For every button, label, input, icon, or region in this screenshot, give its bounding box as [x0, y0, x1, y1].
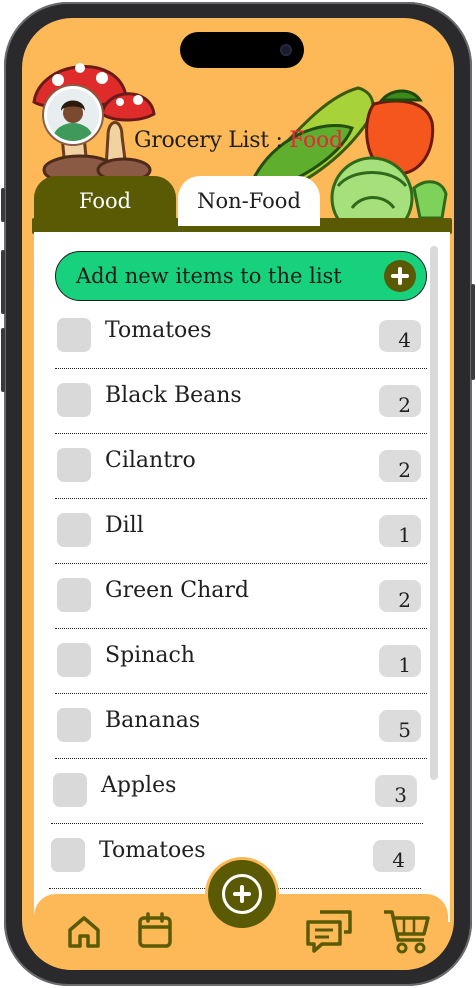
item-quantity[interactable]: 4 — [373, 840, 415, 872]
item-name: Cilantro — [105, 448, 196, 473]
list-item[interactable]: Black Beans 2 — [55, 369, 427, 434]
action-button — [1, 188, 5, 222]
item-name: Apples — [101, 773, 177, 798]
item-quantity[interactable]: 1 — [379, 515, 421, 547]
item-name: Green Chard — [105, 578, 250, 603]
cart-icon[interactable] — [382, 908, 432, 956]
item-quantity[interactable]: 2 — [379, 450, 421, 482]
item-name: Tomatoes — [105, 318, 212, 343]
item-name: Black Beans — [105, 383, 242, 408]
list-item[interactable]: Tomatoes 4 — [55, 304, 427, 369]
chat-icon[interactable] — [304, 908, 354, 954]
list-item[interactable]: Green Chard 2 — [55, 564, 427, 629]
camera-icon — [280, 44, 292, 56]
add-fab-button[interactable] — [208, 860, 276, 928]
tab-non-food[interactable]: Non-Food — [178, 176, 320, 226]
add-item-button[interactable]: Add new items to the list — [55, 251, 427, 301]
item-name: Tomatoes — [99, 838, 206, 863]
list-item[interactable]: Cilantro 2 — [55, 434, 427, 499]
plus-icon — [384, 260, 416, 292]
item-checkbox[interactable] — [57, 383, 91, 417]
item-checkbox[interactable] — [57, 708, 91, 742]
tab-food[interactable]: Food — [34, 176, 176, 226]
item-quantity[interactable]: 2 — [379, 385, 421, 417]
list-item[interactable]: Spinach 1 — [55, 629, 427, 694]
list-item[interactable]: Bananas 5 — [55, 694, 427, 759]
avatar[interactable] — [44, 86, 102, 144]
list-item[interactable]: Dill 1 — [55, 499, 427, 564]
item-name: Dill — [105, 513, 144, 538]
item-checkbox[interactable] — [57, 578, 91, 612]
item-checkbox[interactable] — [57, 318, 91, 352]
home-icon[interactable] — [64, 912, 104, 952]
power-button — [471, 284, 475, 380]
item-name: Bananas — [105, 708, 201, 733]
item-quantity[interactable]: 1 — [379, 645, 421, 677]
user-portrait-icon — [47, 89, 99, 141]
item-quantity[interactable]: 4 — [379, 320, 421, 352]
title-category: Food — [289, 128, 343, 153]
item-quantity[interactable]: 3 — [375, 775, 417, 807]
list-item[interactable]: Apples 3 — [51, 759, 423, 824]
title-prefix: Grocery List : — [134, 128, 290, 153]
app-screen: Grocery List : Food Food Non-Food Add ne… — [22, 18, 454, 970]
calendar-icon[interactable] — [136, 910, 174, 950]
item-quantity[interactable]: 2 — [379, 580, 421, 612]
volume-up-button — [1, 250, 5, 314]
add-item-label: Add new items to the list — [76, 264, 342, 288]
dynamic-island — [180, 32, 304, 68]
item-checkbox[interactable] — [53, 773, 87, 807]
volume-down-button — [1, 328, 5, 392]
phone-frame: Grocery List : Food Food Non-Food Add ne… — [1, 2, 475, 986]
page-title: Grocery List : Food — [134, 128, 343, 153]
item-checkbox[interactable] — [57, 513, 91, 547]
item-quantity[interactable]: 5 — [379, 710, 421, 742]
item-checkbox[interactable] — [57, 448, 91, 482]
item-checkbox[interactable] — [57, 643, 91, 677]
item-name: Spinach — [105, 643, 195, 668]
scrollbar[interactable] — [430, 246, 438, 780]
add-icon — [222, 874, 262, 914]
item-checkbox[interactable] — [51, 838, 85, 872]
